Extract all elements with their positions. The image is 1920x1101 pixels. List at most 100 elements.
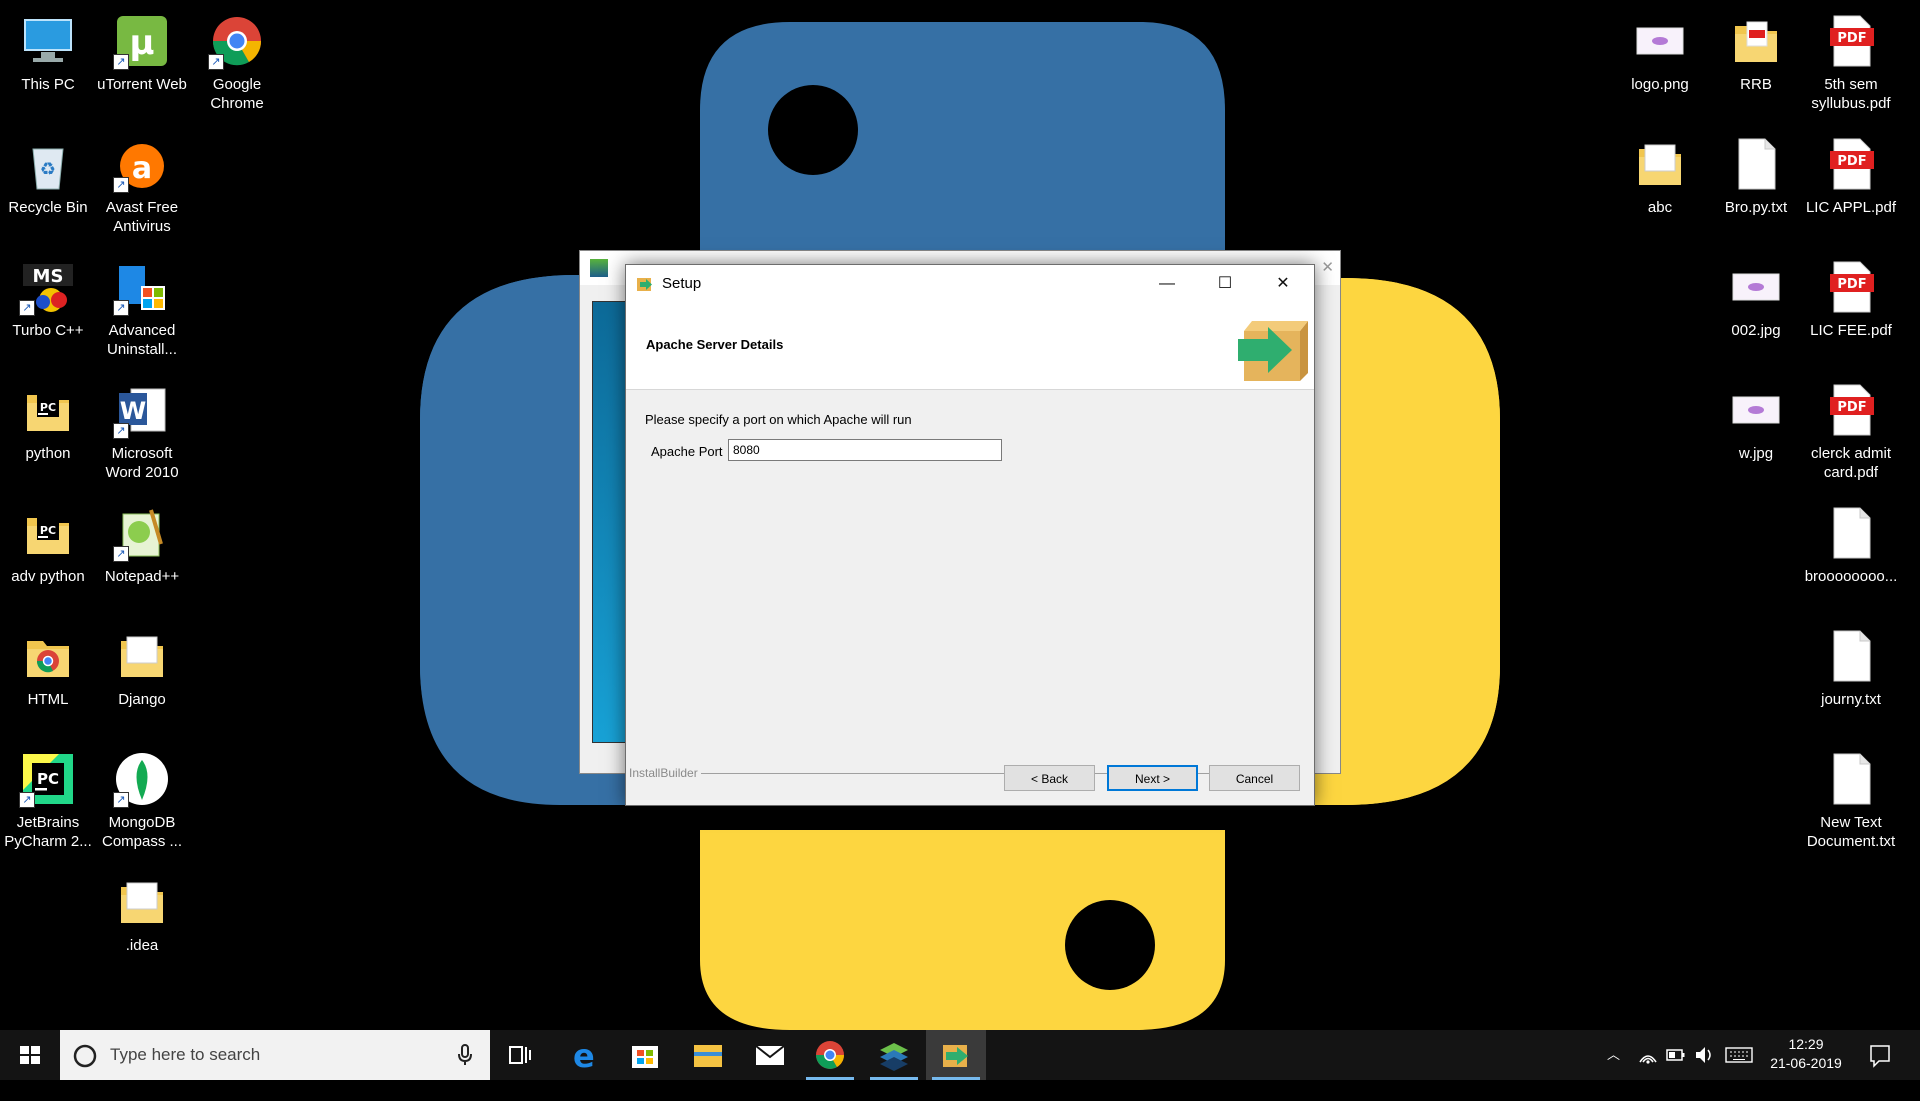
- desktop-icon-clerck-admit-card-pdf[interactable]: PDF clerck admit card.pdf: [1803, 373, 1899, 483]
- desktop-icon-utorrent-web[interactable]: µ ↗ uTorrent Web: [94, 4, 190, 114]
- desktop-icon-google-chrome[interactable]: ↗ Google Chrome: [189, 4, 285, 114]
- bitnami-stack-icon: [880, 1043, 908, 1071]
- edge-icon: e: [573, 1037, 595, 1075]
- separator: [629, 773, 1300, 774]
- battery-icon[interactable]: [1666, 1030, 1686, 1080]
- svg-text:W: W: [120, 397, 146, 425]
- setup-icon: [943, 1045, 968, 1067]
- svg-text:PDF: PDF: [1837, 400, 1866, 415]
- desktop-icon-lic-fee-pdf[interactable]: PDF LIC FEE.pdf: [1803, 250, 1899, 360]
- desktop-icon-label: RRB: [1740, 76, 1772, 93]
- desktop-icon-broooooooo[interactable]: broooooooo...: [1803, 496, 1899, 606]
- desktop-icon-turbo-c[interactable]: MS ↗ Turbo C++: [0, 250, 96, 360]
- desktop-icon-5th-sem-syllubus-pdf[interactable]: PDF 5th sem syllubus.pdf: [1803, 4, 1899, 114]
- desktop-icon-django[interactable]: Django: [94, 619, 190, 729]
- apache-port-input[interactable]: [728, 439, 1002, 461]
- desktop-icon-label: Microsoft Word 2010: [105, 445, 179, 481]
- folder-icon: [1631, 135, 1689, 193]
- svg-text:PDF: PDF: [1837, 31, 1866, 46]
- background-close-icon[interactable]: ✕: [1321, 251, 1334, 285]
- installbuilder-label: InstallBuilder: [629, 766, 701, 780]
- taskbar-search[interactable]: Type here to search: [60, 1030, 490, 1080]
- desktop-icon-bro-py-txt[interactable]: Bro.py.txt: [1708, 127, 1804, 237]
- chrome-icon: [816, 1041, 844, 1069]
- taskbar: Type here to search e ︿ 12:29 21-06-2019: [0, 1030, 1920, 1080]
- next-button[interactable]: Next >: [1107, 765, 1198, 791]
- pdf-icon: PDF: [1822, 12, 1880, 70]
- desktop-icon-advanced-uninstall[interactable]: ↗ Advanced Uninstall...: [94, 250, 190, 360]
- setup-body: Please specify a port on which Apache wi…: [626, 390, 1314, 780]
- text-file-icon: [1822, 627, 1880, 685]
- show-hidden-icons-chevron-icon[interactable]: ︿: [1607, 1030, 1620, 1080]
- close-button[interactable]: ✕: [1254, 265, 1312, 303]
- desktop-icon-notepad[interactable]: ↗ Notepad++: [94, 496, 190, 606]
- desktop-icon-idea[interactable]: .idea: [94, 865, 190, 975]
- file-explorer-button[interactable]: [678, 1030, 738, 1080]
- desktop-icon-abc[interactable]: abc: [1612, 127, 1708, 237]
- desktop-icon-new-text-document-txt[interactable]: New Text Document.txt: [1803, 742, 1899, 852]
- windows-logo-icon: [20, 1046, 40, 1064]
- setup-title: Setup: [662, 275, 702, 292]
- microphone-icon[interactable]: [455, 1044, 475, 1066]
- volume-icon[interactable]: [1694, 1030, 1716, 1080]
- bitnami-stack-button[interactable]: [864, 1030, 924, 1080]
- setup-taskbar-button[interactable]: [926, 1030, 986, 1080]
- maximize-button[interactable]: ☐: [1196, 265, 1254, 303]
- desktop-icon-avast-free-antivirus[interactable]: a ↗ Avast Free Antivirus: [94, 127, 190, 237]
- desktop-icon-label: HTML: [27, 691, 69, 708]
- desktop-icon-journy-txt[interactable]: journy.txt: [1803, 619, 1899, 729]
- minimize-button[interactable]: —: [1138, 265, 1196, 303]
- text-file-icon: [1822, 504, 1880, 562]
- task-view-button[interactable]: [490, 1030, 550, 1080]
- svg-text:PC: PC: [37, 770, 59, 788]
- action-center-icon[interactable]: [1868, 1030, 1892, 1080]
- keyboard-icon[interactable]: [1725, 1030, 1753, 1080]
- svg-text:e: e: [573, 1037, 595, 1075]
- desktop-icon-002-jpg[interactable]: 002.jpg: [1708, 250, 1804, 360]
- install-box-icon: [1238, 321, 1308, 381]
- desktop-icon-label: broooooooo...: [1804, 568, 1898, 585]
- edge-button[interactable]: e: [555, 1030, 615, 1080]
- cortana-circle-icon: [73, 1044, 97, 1068]
- desktop-icon-python[interactable]: PC python: [0, 373, 96, 483]
- clock[interactable]: 12:29 21-06-2019: [1762, 1035, 1850, 1073]
- desktop-icon-html[interactable]: HTML: [0, 619, 96, 729]
- chrome-button[interactable]: [800, 1030, 860, 1080]
- svg-text:PC: PC: [40, 524, 56, 537]
- desktop-icon-label: This PC: [21, 76, 75, 93]
- desktop-icon-label: Bro.py.txt: [1724, 199, 1788, 216]
- chrome-icon: ↗: [208, 12, 266, 70]
- desktop-icon-microsoft-word-2010[interactable]: W ↗ Microsoft Word 2010: [94, 373, 190, 483]
- mail-button[interactable]: [740, 1030, 800, 1080]
- desktop-icon-rrb[interactable]: RRB: [1708, 4, 1804, 114]
- desktop-icon-label: 5th sem syllubus.pdf: [1811, 76, 1891, 112]
- setup-header: Apache Server Details: [626, 303, 1314, 390]
- desktop-icon-adv-python[interactable]: PC adv python: [0, 496, 96, 606]
- svg-text:µ: µ: [129, 23, 154, 63]
- desktop-icon-mongodb-compass[interactable]: ↗ MongoDB Compass ...: [94, 742, 190, 852]
- desktop-icon-jetbrains-pycharm-2[interactable]: PC ↗ JetBrains PyCharm 2...: [0, 742, 96, 852]
- apache-port-label: Apache Port: [651, 444, 723, 459]
- this-pc-icon: [19, 12, 77, 70]
- desktop-icon-label: Turbo C++: [12, 322, 84, 339]
- cancel-button[interactable]: Cancel: [1209, 765, 1300, 791]
- store-button[interactable]: [615, 1030, 675, 1080]
- desktop-icon-w-jpg[interactable]: w.jpg: [1708, 373, 1804, 483]
- desktop-icon-label: adv python: [11, 568, 85, 585]
- start-button[interactable]: [0, 1030, 60, 1080]
- search-placeholder: Type here to search: [110, 1045, 261, 1064]
- desktop-icon-label: abc: [1647, 199, 1673, 216]
- network-icon[interactable]: [1638, 1030, 1658, 1080]
- desktop-icon-label: Advanced Uninstall...: [106, 322, 178, 358]
- desktop-icon-logo-png[interactable]: logo.png: [1612, 4, 1708, 114]
- desktop-icon-this-pc[interactable]: This PC: [0, 4, 96, 114]
- desktop-icon-lic-appl-pdf[interactable]: PDF LIC APPL.pdf: [1803, 127, 1899, 237]
- desktop-icon-label: clerck admit card.pdf: [1810, 445, 1892, 481]
- pdf-icon: PDF: [1822, 258, 1880, 316]
- setup-dialog[interactable]: Setup — ☐ ✕ Apache Server Details Please…: [625, 264, 1315, 806]
- desktop-icon-label: Django: [118, 691, 166, 708]
- desktop-icon-recycle-bin[interactable]: ♻ Recycle Bin: [0, 127, 96, 237]
- svg-text:♻: ♻: [40, 159, 56, 180]
- setup-titlebar[interactable]: Setup — ☐ ✕: [626, 265, 1314, 303]
- back-button[interactable]: < Back: [1004, 765, 1095, 791]
